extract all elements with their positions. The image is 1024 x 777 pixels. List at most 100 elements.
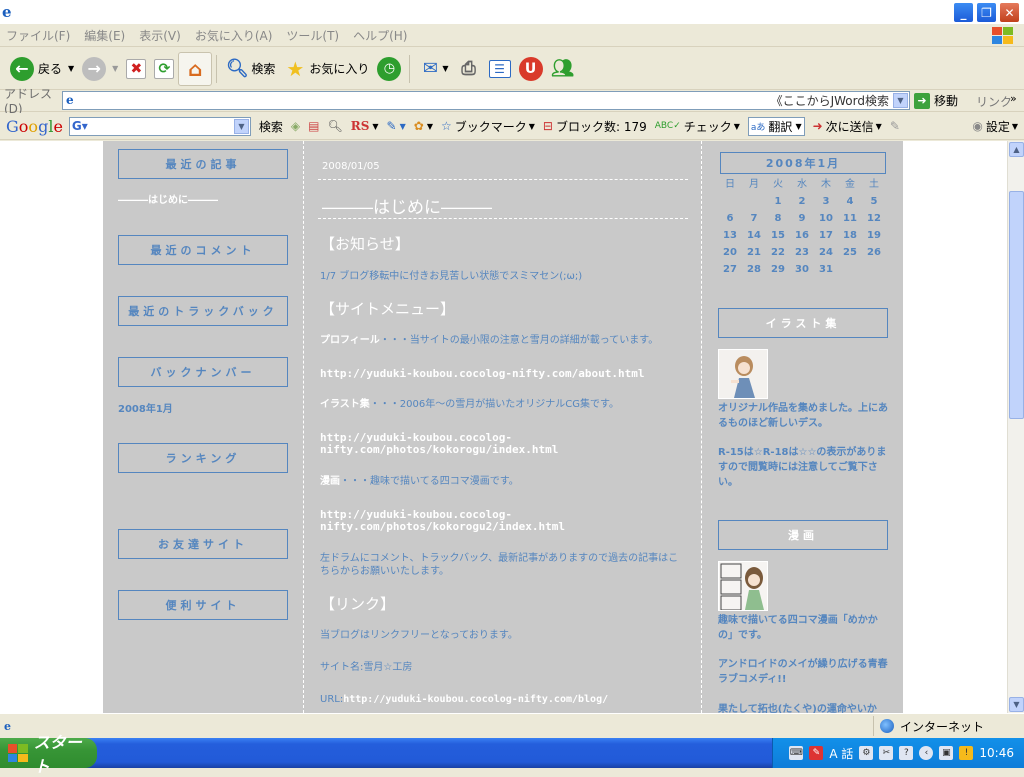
network-icon[interactable]: ▣ bbox=[939, 746, 954, 760]
scroll-down-icon[interactable]: ▼ bbox=[1009, 697, 1024, 712]
print-button[interactable]: ⎙ bbox=[453, 52, 485, 86]
spellcheck-button[interactable]: ABC✓ チェック ▼ bbox=[655, 118, 740, 135]
close-button[interactable]: ✕ bbox=[999, 2, 1020, 23]
weekday: 土 bbox=[869, 179, 879, 190]
menu-favorites[interactable]: お気に入り(A) bbox=[195, 27, 273, 44]
menu-edit[interactable]: 編集(E) bbox=[84, 27, 125, 44]
dropdown-icon[interactable]: ▼ bbox=[233, 118, 249, 134]
translate-button[interactable]: aあ 翻訳 ▼ bbox=[747, 116, 805, 136]
go-button[interactable]: ➜ 移動 bbox=[914, 92, 958, 109]
illust-note: R-15は☆R-18は☆☆の表示がありますので閲覧時には注意してご覧下さい。 bbox=[718, 447, 887, 488]
menu-tools[interactable]: ツール(T) bbox=[286, 27, 339, 44]
restore-button[interactable]: ❐ bbox=[976, 2, 997, 23]
calendar-day: 17 bbox=[819, 230, 833, 241]
search-button[interactable]: 🔍︎ 検索 bbox=[221, 52, 279, 86]
profile-url-link[interactable]: http://yuduki-koubou.cocolog-nifty.com/a… bbox=[320, 368, 686, 380]
history-button[interactable]: ◷ bbox=[373, 52, 405, 86]
chevron-down-icon[interactable]: ▼ bbox=[112, 64, 118, 73]
calendar-day: 23 bbox=[795, 247, 809, 258]
bookmark-button[interactable]: ☆ ブックマーク ▼ bbox=[441, 118, 535, 135]
chevron-down-icon[interactable]: ▼ bbox=[442, 64, 448, 73]
links-button[interactable]: リンク bbox=[976, 93, 1012, 110]
recent-posts-heading: 最近の記事 bbox=[118, 149, 288, 179]
chevron-down-icon[interactable]: ▼ bbox=[68, 64, 74, 73]
calendar-day: 1 bbox=[774, 196, 782, 207]
weekday: 日 bbox=[725, 179, 735, 190]
notice-text: 1/7 ブログ移転中に付きお見苦しい状態でスミマセン(;ω;) bbox=[320, 271, 583, 282]
recent-trackbacks-heading: 最近のトラックバック bbox=[118, 296, 288, 326]
illust-thumbnail[interactable] bbox=[718, 349, 768, 399]
home-button[interactable]: ⌂ bbox=[178, 51, 213, 86]
popup-blocker-button[interactable]: ⊟ ブロック数: 179 bbox=[543, 118, 647, 135]
google-search-button[interactable]: 検索 bbox=[259, 118, 283, 135]
favorites-button[interactable]: ★ お気に入り bbox=[279, 52, 373, 86]
menu-view[interactable]: 表示(V) bbox=[139, 27, 181, 44]
profile-item: プロフィール・・・当サイトの最小限の注意と雪月の詳細が載っています。 bbox=[320, 335, 659, 346]
search-icon: 🔍︎ bbox=[225, 58, 249, 79]
back-number-link[interactable]: 2008年1月 bbox=[118, 400, 173, 415]
blog-icon[interactable]: ✎ ▼ bbox=[387, 119, 406, 133]
left-nav-text: 左ドラムにコメント、トラックバック、最新記事がありますので過去の記事はこちらから… bbox=[320, 553, 679, 577]
recent-post-link[interactable]: ―――はじめに――― bbox=[118, 191, 218, 206]
ime-mode[interactable]: A 話 bbox=[829, 745, 853, 762]
manga-thumbnail[interactable] bbox=[718, 561, 768, 611]
system-tray: ⌨ ✎ A 話 ⚙ ✂ ? ‹ ▣ ! 10:46 bbox=[772, 738, 1024, 768]
plugin-icon[interactable]: ✿ ▼ bbox=[414, 119, 433, 133]
illust-url-link[interactable]: http://yuduki-koubou.cocolog-nifty.com/p… bbox=[320, 432, 600, 456]
blog-url-link[interactable]: http://yuduki-koubou.cocolog-nifty.com/b… bbox=[343, 694, 608, 705]
weekday: 月 bbox=[749, 179, 759, 190]
post-title[interactable]: ―――はじめに――― bbox=[322, 193, 492, 218]
rs-button[interactable]: RS ▼ bbox=[351, 119, 379, 133]
site-menu-heading: 【サイトメニュー】 bbox=[320, 300, 456, 318]
calendar-day: 29 bbox=[771, 264, 785, 275]
stop-button[interactable]: ✖ bbox=[122, 52, 150, 86]
edit-button[interactable]: ☰ bbox=[485, 52, 515, 86]
chevron-right-icon[interactable]: » bbox=[1010, 92, 1017, 105]
calendar-day: 13 bbox=[723, 230, 737, 241]
keyboard-icon[interactable]: ⌨ bbox=[789, 746, 804, 760]
refresh-button[interactable]: ⟳ bbox=[150, 52, 178, 86]
addon-button[interactable]: U bbox=[515, 52, 547, 86]
menu-help[interactable]: ヘルプ(H) bbox=[353, 27, 407, 44]
news-icon[interactable]: ▤ bbox=[308, 119, 319, 133]
calendar-day: 4 bbox=[846, 196, 854, 207]
vertical-scrollbar[interactable]: ▲ ▼ bbox=[1007, 141, 1024, 713]
magnifier-icon[interactable]: 🔍︎ bbox=[328, 119, 343, 133]
clock[interactable]: 10:46 bbox=[979, 746, 1014, 760]
ime-icon[interactable]: ✎ bbox=[809, 746, 824, 760]
scroll-thumb[interactable] bbox=[1009, 191, 1024, 419]
address-dropdown-icon[interactable]: ▼ bbox=[893, 93, 908, 108]
back-button[interactable]: ← 戻る ▼ bbox=[6, 52, 78, 86]
manga-url-link[interactable]: http://yuduki-koubou.cocolog-nifty.com/p… bbox=[320, 509, 600, 533]
expand-tray-icon[interactable]: ‹ bbox=[919, 746, 934, 760]
site-name-text: サイト名:雪月☆工房 bbox=[320, 662, 413, 673]
mail-button[interactable]: ✉ ▼ bbox=[414, 52, 452, 86]
minimize-button[interactable]: _ bbox=[953, 2, 974, 23]
column-divider bbox=[701, 141, 702, 713]
weekday: 金 bbox=[845, 179, 855, 190]
tools-icon[interactable]: ✂ bbox=[879, 746, 894, 760]
illust-description[interactable]: オリジナル作品を集めました。上にあるものほど新しいデス。 bbox=[718, 401, 888, 431]
security-alert-icon[interactable]: ! bbox=[959, 746, 974, 760]
addon-u-icon: U bbox=[518, 56, 543, 81]
ime-settings-icon[interactable]: ⚙ bbox=[859, 746, 874, 760]
manga-description[interactable]: 趣味で描いてる四コマ漫画「めかかの」です。 bbox=[718, 613, 888, 643]
settings-button[interactable]: ◉ 設定 ▼ bbox=[972, 118, 1018, 135]
help-icon[interactable]: ? bbox=[899, 746, 914, 760]
calendar-title: 2008年1月 bbox=[720, 152, 886, 174]
calendar-day: 11 bbox=[843, 213, 857, 224]
scroll-up-icon[interactable]: ▲ bbox=[1009, 142, 1024, 157]
calendar-day: 7 bbox=[750, 213, 758, 224]
menu-file[interactable]: ファイル(F) bbox=[6, 27, 70, 44]
address-input[interactable]: e 《ここからJWord検索 ▼ bbox=[62, 91, 910, 110]
gear-icon: ◉ bbox=[972, 119, 983, 133]
start-button[interactable]: スタート bbox=[0, 733, 97, 776]
highlight-icon[interactable]: ✎ bbox=[890, 119, 900, 133]
friends-heading: お友達サイト bbox=[118, 529, 288, 559]
forward-button[interactable]: → ▼ bbox=[78, 52, 122, 86]
google-search-input[interactable]: G▾ ▼ bbox=[68, 116, 251, 136]
send-to-button[interactable]: ➜ 次に送信 ▼ bbox=[813, 118, 882, 135]
messenger-button[interactable]: 👥︎ bbox=[547, 52, 579, 86]
tools-icon[interactable]: ◈ bbox=[291, 119, 300, 133]
calendar-day: 10 bbox=[819, 213, 833, 224]
